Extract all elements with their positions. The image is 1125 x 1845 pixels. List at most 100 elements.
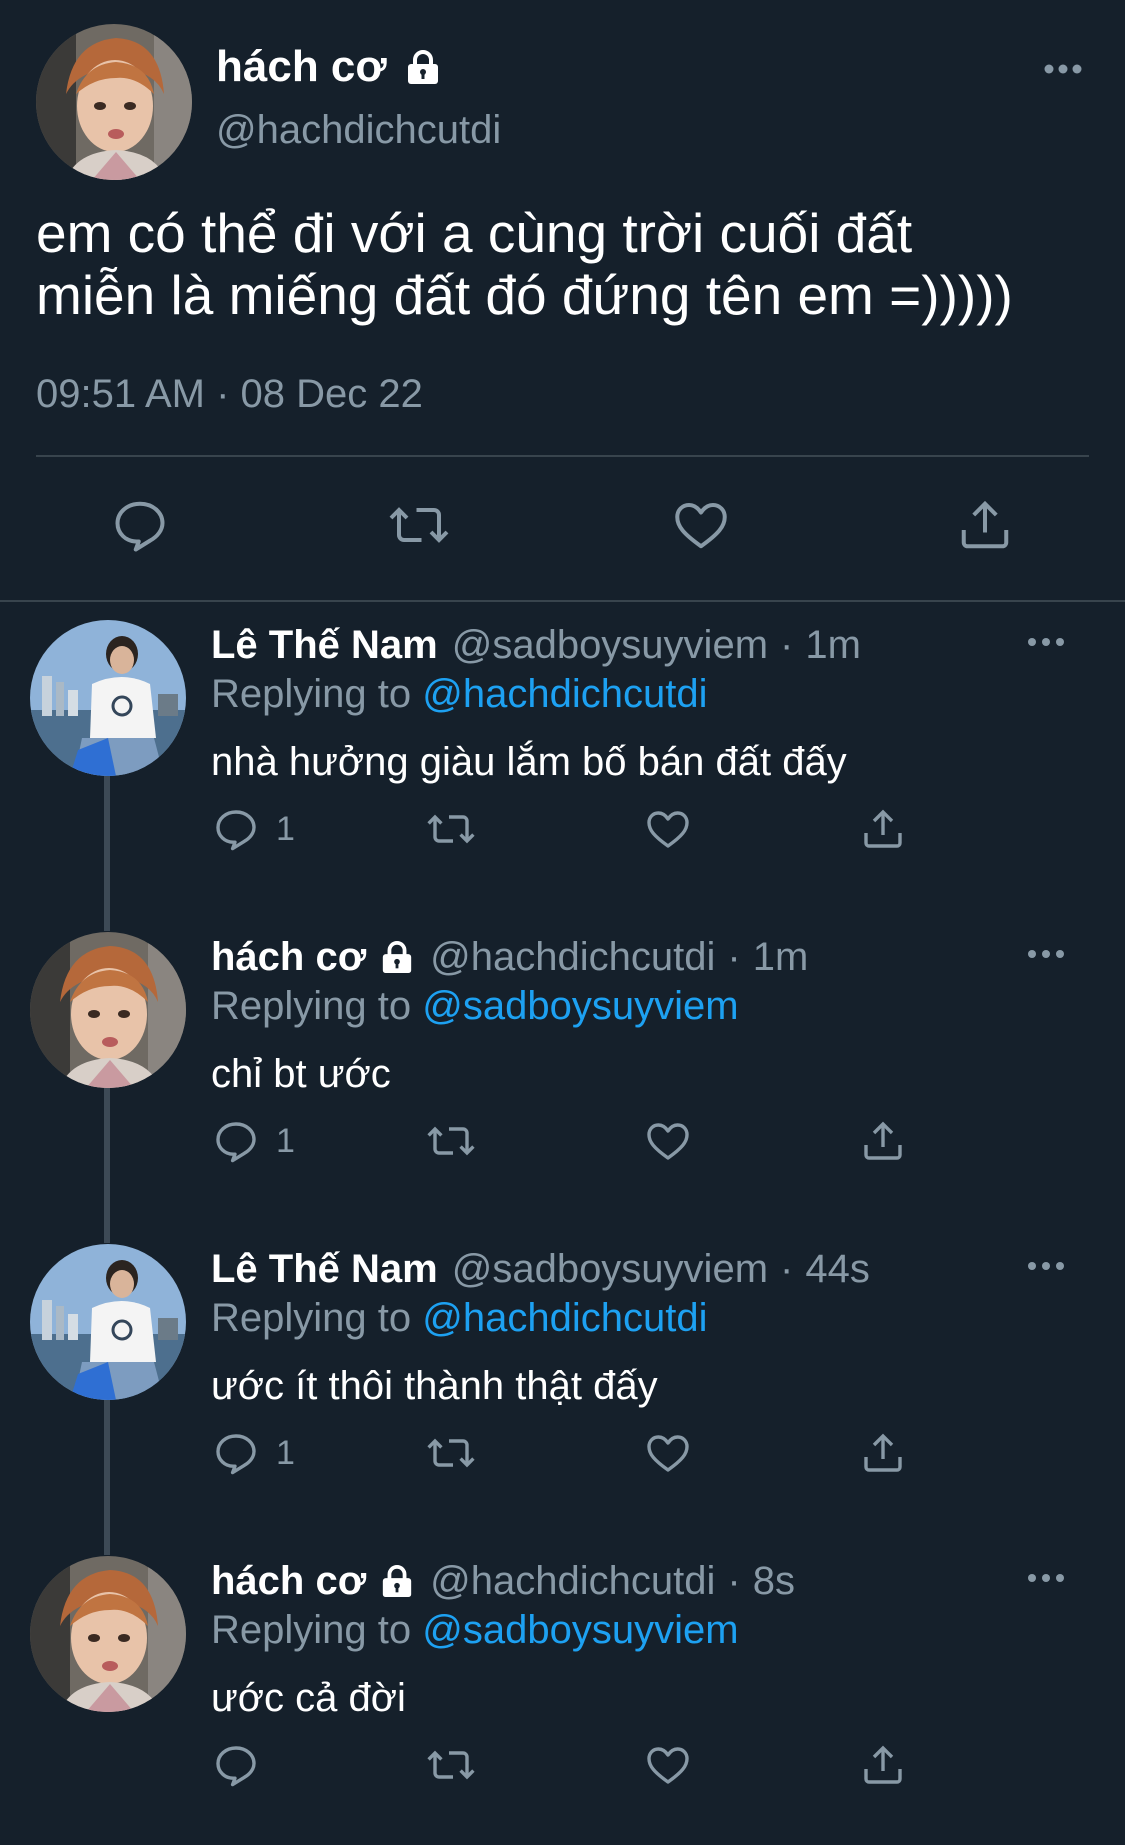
- replying-to: Replying to @hachdichcutdi: [211, 672, 707, 717]
- display-name[interactable]: Lê Thế Nam: [211, 1247, 438, 1292]
- share-icon: [859, 805, 907, 853]
- timestamp[interactable]: 09:51 AM · 08 Dec 22: [36, 372, 423, 417]
- replying-to-user[interactable]: @sadboysuyviem: [422, 1608, 738, 1652]
- like-icon: [644, 1117, 692, 1165]
- reply-button[interactable]: 1: [212, 1429, 295, 1477]
- retweet-icon: [424, 1429, 478, 1477]
- reply-header: Lê Thế Nam @sadboysuyviem · 1m: [211, 620, 861, 670]
- like-button[interactable]: [644, 805, 692, 853]
- retweet-icon: [424, 1117, 478, 1165]
- reply-text: nhà hưởng giàu lắm bố bán đất đấy: [211, 740, 847, 784]
- avatar-le-the-nam[interactable]: [30, 620, 186, 776]
- like-button[interactable]: [644, 1429, 692, 1477]
- handle[interactable]: @sadboysuyviem: [452, 623, 768, 668]
- like-icon: [670, 495, 732, 555]
- like-button[interactable]: [644, 1741, 692, 1789]
- retweet-icon: [424, 805, 478, 853]
- reply-icon: [212, 1741, 260, 1789]
- retweet-icon: [386, 495, 452, 555]
- replying-to-label: Replying to: [211, 672, 412, 716]
- reply-tweet: hách cơ @hachdichcutdi · 1m Replying to …: [0, 932, 1125, 1244]
- avatar-hach-co[interactable]: [30, 932, 186, 1088]
- handle[interactable]: @hachdichcutdi: [430, 935, 715, 980]
- share-button[interactable]: [859, 1741, 907, 1789]
- reply-button[interactable]: 1: [212, 1117, 295, 1165]
- reply-count: 1: [276, 1433, 295, 1472]
- display-name[interactable]: hách cơ: [211, 935, 366, 980]
- retweet-icon: [424, 1741, 478, 1789]
- reply-icon: [110, 495, 170, 555]
- reply-tweet: Lê Thế Nam @sadboysuyviem · 1m Replying …: [0, 620, 1125, 932]
- reply-time[interactable]: 8s: [753, 1559, 795, 1604]
- like-button[interactable]: [670, 495, 732, 555]
- replying-to-user[interactable]: @hachdichcutdi: [422, 1296, 707, 1340]
- lock-icon: [380, 940, 414, 974]
- reply-count: 1: [276, 809, 295, 848]
- reply-actions: 1: [0, 805, 1125, 855]
- reply-button[interactable]: [212, 1741, 276, 1789]
- display-name[interactable]: hách cơ: [211, 1559, 366, 1604]
- retweet-button[interactable]: [424, 805, 478, 853]
- like-button[interactable]: [644, 1117, 692, 1165]
- share-button[interactable]: [859, 1117, 907, 1165]
- more-options-icon[interactable]: [1027, 1572, 1065, 1584]
- reply-actions: 1: [0, 1429, 1125, 1479]
- separator: ·: [727, 934, 741, 979]
- reply-time[interactable]: 44s: [805, 1247, 870, 1292]
- retweet-button[interactable]: [424, 1741, 478, 1789]
- more-options-icon[interactable]: [1027, 1260, 1065, 1272]
- like-icon: [644, 805, 692, 853]
- more-options-icon[interactable]: [1043, 62, 1083, 76]
- like-icon: [644, 1429, 692, 1477]
- tweet-text: em có thể đi với a cùng trời cuối đất mi…: [36, 202, 1013, 326]
- reply-button[interactable]: 1: [212, 805, 295, 853]
- share-icon: [859, 1429, 907, 1477]
- reply-time[interactable]: 1m: [805, 623, 861, 668]
- replying-to-label: Replying to: [211, 1296, 412, 1340]
- lock-icon: [405, 49, 441, 85]
- more-options-icon[interactable]: [1027, 948, 1065, 960]
- replying-to-label: Replying to: [211, 1608, 412, 1652]
- avatar-hach-co[interactable]: [30, 1556, 186, 1712]
- avatar-le-the-nam[interactable]: [30, 1244, 186, 1400]
- lock-icon: [380, 1564, 414, 1598]
- replying-to: Replying to @sadboysuyviem: [211, 1608, 739, 1653]
- handle[interactable]: @hachdichcutdi: [430, 1559, 715, 1604]
- reply-header: hách cơ @hachdichcutdi · 8s: [211, 1556, 795, 1606]
- reply-text: ước cả đời: [211, 1676, 406, 1720]
- retweet-button[interactable]: [424, 1429, 478, 1477]
- reply-text: ước ít thôi thành thật đấy: [211, 1364, 658, 1408]
- reply-actions: 1: [0, 1117, 1125, 1167]
- like-icon: [644, 1741, 692, 1789]
- retweet-button[interactable]: [424, 1117, 478, 1165]
- reply-header: Lê Thế Nam @sadboysuyviem · 44s: [211, 1244, 870, 1294]
- share-button[interactable]: [859, 1429, 907, 1477]
- reply-text: chỉ bt ước: [211, 1052, 391, 1096]
- share-button[interactable]: [859, 805, 907, 853]
- more-options-icon[interactable]: [1027, 636, 1065, 648]
- share-icon: [859, 1741, 907, 1789]
- reply-count: 1: [276, 1121, 295, 1160]
- reply-tweet: hách cơ @hachdichcutdi · 8s Replying to …: [0, 1556, 1125, 1845]
- display-name[interactable]: Lê Thế Nam: [211, 623, 438, 668]
- separator: ·: [727, 1558, 741, 1603]
- tweet-actions: [0, 495, 1125, 565]
- handle[interactable]: @hachdichcutdi: [216, 108, 501, 153]
- separator: ·: [780, 1246, 794, 1291]
- reply-button[interactable]: [110, 495, 170, 555]
- share-icon: [859, 1117, 907, 1165]
- replying-to-user[interactable]: @sadboysuyviem: [422, 984, 738, 1028]
- handle[interactable]: @sadboysuyviem: [452, 1247, 768, 1292]
- author-row: hách cơ: [216, 42, 441, 92]
- reply-time[interactable]: 1m: [753, 935, 809, 980]
- display-name[interactable]: hách cơ: [216, 42, 387, 92]
- main-tweet: hách cơ @hachdichcutdi em có thể đi với …: [0, 0, 1125, 602]
- replying-to-label: Replying to: [211, 984, 412, 1028]
- reply-header: hách cơ @hachdichcutdi · 1m: [211, 932, 808, 982]
- reply-icon: [212, 805, 260, 853]
- reply-icon: [212, 1117, 260, 1165]
- avatar-hach-co[interactable]: [36, 24, 192, 180]
- replying-to-user[interactable]: @hachdichcutdi: [422, 672, 707, 716]
- share-button[interactable]: [955, 495, 1015, 555]
- retweet-button[interactable]: [386, 495, 452, 555]
